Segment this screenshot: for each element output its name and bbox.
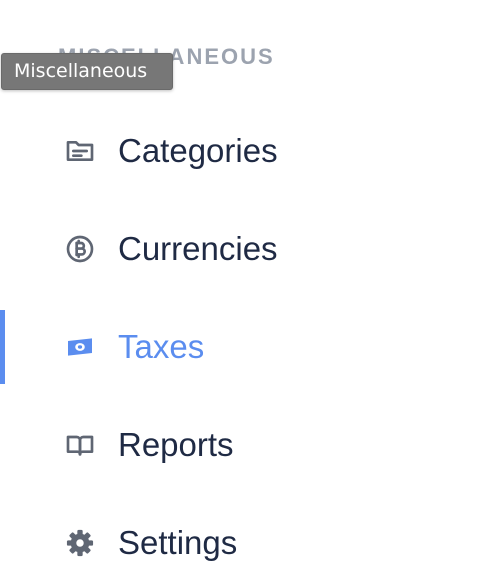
cash-icon: [64, 331, 96, 363]
sidebar-item-label: Settings: [118, 524, 238, 561]
sidebar-item-currencies[interactable]: Currencies: [0, 218, 498, 278]
sidebar-item-label: Reports: [118, 426, 234, 463]
sidebar-item-taxes[interactable]: Taxes: [0, 316, 498, 376]
bitcoin-icon: [64, 233, 96, 265]
sidebar-item-reports[interactable]: Reports: [0, 414, 498, 474]
sidebar-item-categories[interactable]: Categories: [0, 120, 498, 180]
sidebar-item-label: Currencies: [118, 230, 278, 267]
sidebar-item-label: Categories: [118, 132, 278, 169]
book-open-icon: [64, 429, 96, 461]
folder-icon: [64, 135, 96, 167]
sidebar-item-label: Taxes: [118, 328, 205, 365]
tooltip: Miscellaneous: [1, 53, 173, 90]
gear-icon: [64, 527, 96, 559]
sidebar-item-settings[interactable]: Settings: [0, 512, 498, 572]
